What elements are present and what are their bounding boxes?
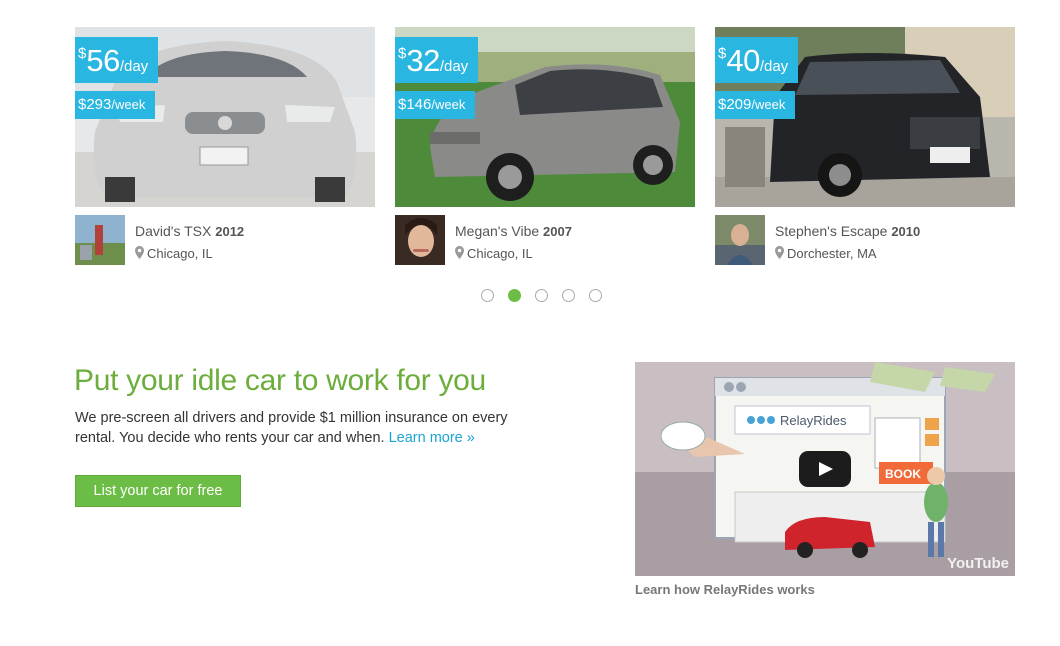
price-per-day-badge: $56/day xyxy=(75,37,159,83)
location: Chicago, IL xyxy=(455,246,533,261)
listing-carousel: $56/day $293/week David's TSX 2012 Chica… xyxy=(75,27,1015,267)
promo-headline: Put your idle car to work for you xyxy=(74,364,486,397)
price-per-week-badge: $209/week xyxy=(715,91,796,119)
price-per-day-badge: $40/day xyxy=(715,37,799,83)
carousel-dot[interactable] xyxy=(562,289,575,302)
owner-car-name[interactable]: Megan's Vibe 2007 xyxy=(455,223,572,239)
learn-more-link[interactable]: Learn more » xyxy=(389,430,475,446)
car-photo[interactable]: $32/day $146/week xyxy=(395,27,695,207)
carousel-dot[interactable] xyxy=(481,289,494,302)
book-button-label: BOOK xyxy=(885,467,921,481)
location-pin-icon xyxy=(135,246,144,259)
video-caption: Learn how RelayRides works xyxy=(635,582,815,597)
price-per-day-badge: $32/day xyxy=(395,37,479,83)
location: Chicago, IL xyxy=(135,246,213,261)
avatar[interactable] xyxy=(395,215,445,265)
list-your-car-button[interactable]: List your car for free xyxy=(75,475,241,507)
listing-card[interactable]: $56/day $293/week David's TSX 2012 Chica… xyxy=(75,27,375,267)
video-player[interactable]: RelayRides BOOK YouTube xyxy=(635,362,1015,576)
owner-info: Stephen's Escape 2010 Dorchester, MA xyxy=(715,215,1015,265)
location-pin-icon xyxy=(455,246,464,259)
location: Dorchester, MA xyxy=(775,246,877,261)
price-per-week-badge: $146/week xyxy=(395,91,476,119)
listing-card[interactable]: $32/day $146/week Megan's Vibe 2007 Chic… xyxy=(395,27,695,267)
owner-info: David's TSX 2012 Chicago, IL xyxy=(75,215,375,265)
car-year: 2012 xyxy=(215,224,245,239)
owner-car-name[interactable]: Stephen's Escape 2010 xyxy=(775,223,920,239)
owner-info: Megan's Vibe 2007 Chicago, IL xyxy=(395,215,695,265)
price-per-week-badge: $293/week xyxy=(75,91,156,119)
car-photo[interactable]: $40/day $209/week xyxy=(715,27,1015,207)
carousel-dot[interactable] xyxy=(508,289,521,302)
car-photo[interactable]: $56/day $293/week xyxy=(75,27,375,207)
owner-car-name[interactable]: David's TSX 2012 xyxy=(135,223,244,239)
video-brand-text: RelayRides xyxy=(780,413,847,428)
promo-description: We pre-screen all drivers and provide $1… xyxy=(75,408,545,448)
play-button[interactable] xyxy=(799,451,851,487)
car-year: 2007 xyxy=(543,224,572,239)
car-year: 2010 xyxy=(891,224,921,239)
carousel-dot[interactable] xyxy=(589,289,602,302)
location-pin-icon xyxy=(775,246,784,259)
youtube-logo: YouTube xyxy=(947,555,1009,572)
listing-card[interactable]: $40/day $209/week Stephen's Escape 2010 … xyxy=(715,27,1015,267)
carousel-dot[interactable] xyxy=(535,289,548,302)
carousel-pagination xyxy=(481,289,611,302)
avatar[interactable] xyxy=(715,215,765,265)
avatar[interactable] xyxy=(75,215,125,265)
